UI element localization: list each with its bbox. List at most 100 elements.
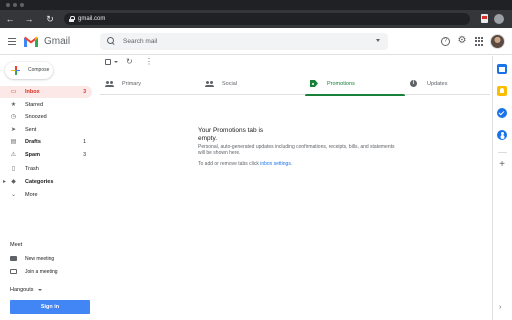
- info-icon: i: [410, 80, 417, 87]
- trash-icon: ▯: [11, 166, 16, 172]
- search-box[interactable]: [100, 33, 388, 50]
- plus-icon: [11, 66, 20, 75]
- tab-updates[interactable]: i Updates: [405, 73, 505, 95]
- chevron-down-icon: ⌄: [10, 192, 17, 198]
- gear-icon[interactable]: ⚙: [457, 36, 467, 46]
- sidebar-item-starred[interactable]: ★ Starred: [0, 99, 92, 111]
- sidebar-item-drafts[interactable]: ▤ Drafts 1: [0, 136, 92, 148]
- people-icon: [205, 81, 214, 87]
- mail-toolbar: ↻ ⋮: [100, 56, 490, 70]
- draft-count: 1: [83, 139, 86, 145]
- browser-profile-icon[interactable]: [494, 14, 504, 24]
- sidebar-item-label: Drafts: [25, 139, 41, 145]
- sidebar-item-snoozed[interactable]: ◷ Snoozed: [0, 111, 92, 123]
- tasks-icon[interactable]: [497, 108, 507, 118]
- empty-state-title: Your Promotions tab is empty.: [198, 127, 264, 142]
- hangouts-sign-in-button[interactable]: Sign in: [10, 300, 90, 314]
- collapse-panel-chevron-icon[interactable]: ›: [499, 304, 505, 312]
- draft-icon: ▤: [10, 139, 17, 145]
- sidebar-item-inbox[interactable]: ▭ Inbox 3: [0, 86, 92, 98]
- side-panel-divider: [498, 152, 507, 153]
- star-icon: ★: [10, 101, 17, 108]
- window-minimize-dot[interactable]: [13, 3, 17, 7]
- sidebar-item-categories[interactable]: ▸ ◆ Categories: [0, 176, 92, 188]
- hint-suffix: .: [290, 161, 293, 167]
- meet-item-label: New meeting: [25, 256, 55, 262]
- side-panel: + ›: [492, 56, 512, 320]
- sidebar-item-label: More: [25, 192, 38, 198]
- meet-section-title: Meet: [10, 242, 23, 248]
- sidebar-item-more[interactable]: ⌄ More: [0, 189, 92, 201]
- reload-icon[interactable]: ↻: [45, 14, 55, 24]
- help-icon[interactable]: ?: [441, 37, 450, 46]
- tab-label: Primary: [122, 81, 141, 87]
- keep-icon[interactable]: [497, 86, 507, 96]
- gmail-header: Gmail ? ⚙: [0, 28, 512, 55]
- back-arrow-icon[interactable]: ←: [5, 14, 15, 24]
- sidebar-item-spam[interactable]: ⚠ Spam 3: [0, 149, 92, 161]
- compose-label: Compose: [28, 67, 50, 73]
- window-maximize-dot[interactable]: [20, 3, 24, 7]
- tab-promotions[interactable]: Promotions: [305, 73, 405, 96]
- inbox-settings-link[interactable]: inbox settings: [260, 161, 291, 167]
- sidebar-item-label: Categories: [25, 179, 54, 185]
- select-all-checkbox[interactable]: [105, 59, 111, 65]
- sidebar-item-trash[interactable]: ▯ Trash: [0, 163, 92, 175]
- label-icon: ◆: [11, 179, 16, 185]
- tab-label: Promotions: [327, 81, 355, 87]
- gmail-wordmark[interactable]: Gmail: [44, 36, 70, 47]
- more-options-icon[interactable]: ⋮: [145, 57, 153, 67]
- new-meeting-button[interactable]: New meeting: [10, 254, 90, 264]
- empty-state-description: Personal, auto-generated updates includi…: [198, 144, 395, 156]
- hint-prefix: To add or remove tabs click: [198, 161, 261, 167]
- browser-title-bar: [0, 0, 512, 10]
- tab-social[interactable]: Social: [200, 73, 300, 95]
- keyboard-icon: [10, 269, 17, 274]
- search-input[interactable]: [123, 33, 363, 50]
- hangouts-caret-icon[interactable]: [38, 289, 42, 291]
- select-options-caret-icon[interactable]: [114, 61, 118, 63]
- search-icon[interactable]: [107, 37, 115, 45]
- hangouts-section-title[interactable]: Hangouts: [10, 286, 34, 294]
- avatar[interactable]: [490, 34, 505, 49]
- send-icon: ➤: [10, 126, 17, 133]
- sidebar-item-label: Sent: [25, 126, 37, 133]
- sidebar-item-label: Trash: [25, 166, 39, 172]
- window-close-dot[interactable]: [6, 3, 10, 7]
- address-bar[interactable]: gmail.com: [64, 13, 470, 25]
- unread-count: 3: [83, 89, 86, 95]
- main-menu-icon[interactable]: [8, 38, 16, 45]
- tab-label: Social: [222, 81, 237, 87]
- sidebar-item-label: Snoozed: [25, 114, 47, 120]
- browser-toolbar: ← → ↻ gmail.com: [0, 10, 512, 28]
- contacts-icon[interactable]: [497, 130, 507, 140]
- clock-icon: ◷: [10, 114, 17, 120]
- refresh-icon[interactable]: ↻: [126, 57, 133, 67]
- video-icon: [10, 256, 17, 261]
- spam-icon: ⚠: [10, 151, 17, 158]
- gmail-logo-icon[interactable]: [24, 36, 38, 47]
- expand-caret-icon[interactable]: ▸: [2, 179, 7, 185]
- forward-arrow-icon[interactable]: →: [24, 14, 34, 24]
- tag-icon: [310, 80, 318, 87]
- category-tabs: Primary Social Promotions i Updates: [100, 73, 490, 96]
- calendar-icon[interactable]: [497, 64, 507, 74]
- lock-icon: [69, 16, 75, 22]
- compose-button[interactable]: Compose: [5, 62, 53, 79]
- sidebar-item-label: Inbox: [25, 89, 40, 95]
- extension-icon[interactable]: [481, 14, 488, 23]
- get-addons-plus-icon[interactable]: +: [497, 160, 507, 170]
- inbox-icon: ▭: [10, 89, 17, 95]
- tab-label: Updates: [427, 81, 448, 87]
- sidebar-item-label: Starred: [25, 101, 44, 108]
- search-options-caret-icon[interactable]: [376, 39, 380, 42]
- meet-item-label: Join a meeting: [25, 269, 58, 275]
- inbox-tray-icon: [105, 81, 114, 87]
- empty-state-hint: To add or remove tabs click inbox settin…: [198, 161, 398, 167]
- tab-primary[interactable]: Primary: [100, 73, 200, 95]
- empty-state: Your Promotions tab is empty. Personal, …: [198, 127, 398, 167]
- apps-grid-icon[interactable]: [475, 37, 484, 46]
- sidebar-item-sent[interactable]: ➤ Sent: [0, 124, 92, 136]
- join-meeting-button[interactable]: Join a meeting: [10, 267, 90, 277]
- url-text[interactable]: gmail.com: [78, 15, 105, 23]
